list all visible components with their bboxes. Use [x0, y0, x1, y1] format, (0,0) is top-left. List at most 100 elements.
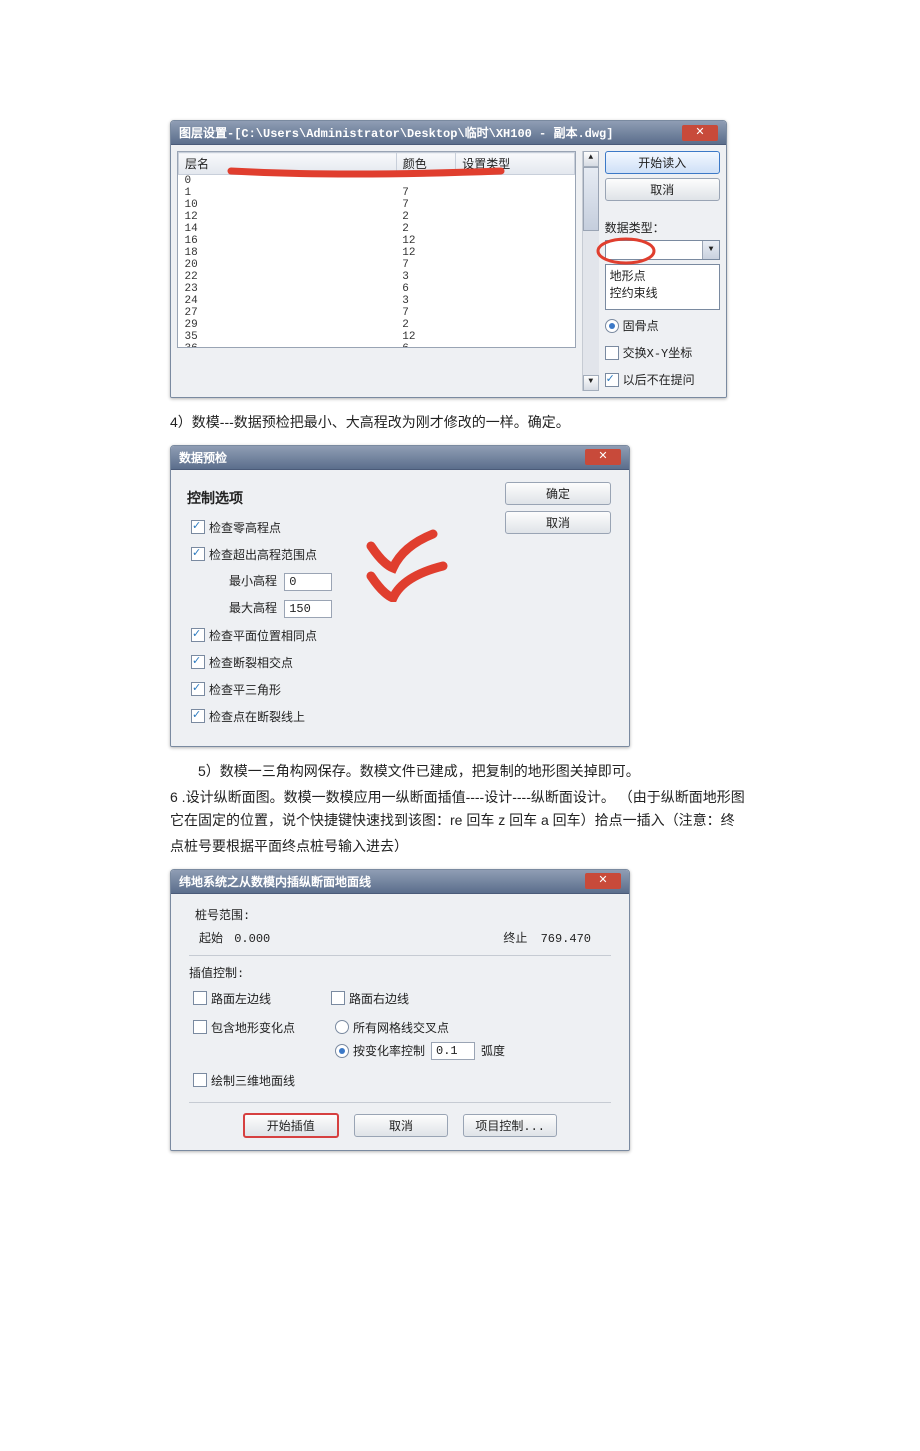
table-row[interactable]: 292: [179, 319, 575, 331]
table-row[interactable]: 107: [179, 199, 575, 211]
scroll-down-icon[interactable]: ▼: [583, 375, 599, 391]
checkbox-icon: [191, 709, 205, 723]
table-row[interactable]: 17: [179, 187, 575, 199]
close-icon[interactable]: ✕: [682, 125, 718, 141]
table-row[interactable]: 243: [179, 295, 575, 307]
start-interpolate-button[interactable]: 开始插值: [243, 1113, 339, 1138]
table-row[interactable]: 1812: [179, 247, 575, 259]
cell-color: 12: [396, 235, 455, 247]
chk-draw-3d[interactable]: 绘制三维地面线: [189, 1072, 295, 1089]
scroll-up-icon[interactable]: ▲: [583, 151, 599, 167]
chk-left-edge[interactable]: 路面左边线: [193, 990, 271, 1007]
table-scrollbar[interactable]: ▲ ▼: [582, 151, 599, 391]
chk-same-position[interactable]: 检查平面位置相同点: [191, 627, 613, 644]
chk-right-edge[interactable]: 路面右边线: [331, 990, 409, 1007]
table-row[interactable]: 366: [179, 343, 575, 348]
chk-zero-elev-label: 检查零高程点: [209, 519, 281, 536]
start-station-value[interactable]: 0.000: [230, 931, 298, 947]
list-item-constraint-line[interactable]: 控约束线: [610, 284, 715, 301]
table-row[interactable]: 142: [179, 223, 575, 235]
end-station-value[interactable]: 769.470: [541, 932, 591, 946]
cell-color: 3: [396, 271, 455, 283]
radio-bone-point[interactable]: 固骨点: [605, 317, 720, 334]
cell-layer-name: 27: [179, 307, 397, 319]
cell-color: 2: [396, 319, 455, 331]
min-elev-input[interactable]: 0: [284, 573, 332, 591]
table-row[interactable]: 207: [179, 259, 575, 271]
rad-change-rate[interactable]: 按变化率控制 0.1 弧度: [335, 1042, 505, 1060]
chk-swap-xy[interactable]: 交换X-Y坐标: [605, 344, 720, 361]
checkbox-icon: [193, 1020, 207, 1034]
table-row[interactable]: 236: [179, 283, 575, 295]
checkbox-icon: [193, 1073, 207, 1087]
cell-color: 2: [396, 223, 455, 235]
paragraph-step-4: 4）数模---数据预检把最小、大高程改为刚才修改的一样。确定。: [170, 411, 750, 435]
project-control-button[interactable]: 项目控制...: [463, 1114, 557, 1137]
cancel-button[interactable]: 取消: [605, 178, 720, 201]
checkbox-icon: [193, 991, 207, 1005]
chk-same-position-label: 检查平面位置相同点: [209, 627, 317, 644]
checkbox-icon: [191, 655, 205, 669]
cell-color: 12: [396, 331, 455, 343]
cell-set-type: [456, 283, 575, 295]
cell-color: 7: [396, 199, 455, 211]
cell-set-type: [456, 247, 575, 259]
paragraph-step-5: 5）数模一三角构网保存。数模文件已建成，把复制的地形图关掉即可。: [170, 760, 750, 784]
max-elev-label: 最大高程: [229, 602, 277, 616]
chevron-down-icon[interactable]: ▼: [702, 241, 719, 259]
rad-grid-intersect[interactable]: 所有网格线交叉点: [335, 1019, 449, 1036]
radio-icon: [335, 1020, 349, 1034]
paragraph-step-6b: 点桩号要根据平面终点桩号输入进去）: [170, 835, 750, 859]
data-type-list[interactable]: 地形点 控约束线: [605, 264, 720, 310]
cell-color: [396, 175, 455, 188]
cell-color: 12: [396, 247, 455, 259]
cell-color: 6: [396, 283, 455, 295]
layer-table[interactable]: 层名 颜色 设置类型 01710712214216121812207223236…: [178, 152, 575, 348]
checkbox-icon: [191, 547, 205, 561]
cell-color: 6: [396, 343, 455, 348]
chk-flat-triangle[interactable]: 检查平三角形: [191, 681, 613, 698]
col-layer-name[interactable]: 层名: [179, 153, 397, 175]
close-icon[interactable]: ✕: [585, 873, 621, 889]
chk-terrain-change[interactable]: 包含地形变化点: [193, 1019, 295, 1036]
radio-icon: [335, 1044, 349, 1058]
table-row[interactable]: 122: [179, 211, 575, 223]
chk-break-intersect[interactable]: 检查断裂相交点: [191, 654, 613, 671]
chk-out-range[interactable]: 检查超出高程范围点: [191, 546, 613, 563]
scroll-thumb[interactable]: [583, 167, 599, 231]
cancel-button[interactable]: 取消: [505, 511, 611, 534]
dialog-titlebar: 图层设置-[C:\Users\Administrator\Desktop\临时\…: [171, 121, 726, 145]
table-row[interactable]: 1612: [179, 235, 575, 247]
cell-layer-name: 24: [179, 295, 397, 307]
cell-set-type: [456, 235, 575, 247]
cell-set-type: [456, 187, 575, 199]
table-row[interactable]: 277: [179, 307, 575, 319]
table-row[interactable]: 0: [179, 175, 575, 188]
list-item-terrain-point[interactable]: 地形点: [610, 270, 646, 284]
start-read-button[interactable]: 开始读入: [605, 151, 720, 174]
checkbox-icon: [605, 346, 619, 360]
min-elev-label: 最小高程: [229, 575, 277, 589]
change-rate-input[interactable]: 0.1: [431, 1042, 475, 1060]
cell-layer-name: 1: [179, 187, 397, 199]
cancel-button[interactable]: 取消: [354, 1114, 448, 1137]
close-icon[interactable]: ✕: [585, 449, 621, 465]
chk-point-on-break-label: 检查点在断裂线上: [209, 708, 305, 725]
chk-point-on-break[interactable]: 检查点在断裂线上: [191, 708, 613, 725]
table-row[interactable]: 3512: [179, 331, 575, 343]
table-row[interactable]: 223: [179, 271, 575, 283]
cell-set-type: [456, 295, 575, 307]
cell-layer-name: 10: [179, 199, 397, 211]
cell-layer-name: 23: [179, 283, 397, 295]
chk-no-ask[interactable]: 以后不在提问: [605, 371, 720, 388]
ok-button[interactable]: 确定: [505, 482, 611, 505]
max-elev-row: 最大高程 150: [191, 599, 613, 618]
start-station-label: 起始: [199, 932, 223, 946]
layer-settings-dialog: 图层设置-[C:\Users\Administrator\Desktop\临时\…: [170, 120, 727, 398]
data-type-combo[interactable]: ▼: [605, 240, 720, 260]
max-elev-input[interactable]: 150: [284, 600, 332, 618]
dialog-title: 图层设置-[C:\Users\Administrator\Desktop\临时\…: [179, 124, 613, 141]
chk-break-intersect-label: 检查断裂相交点: [209, 654, 293, 671]
col-set-type[interactable]: 设置类型: [456, 153, 575, 175]
col-color[interactable]: 颜色: [396, 153, 455, 175]
